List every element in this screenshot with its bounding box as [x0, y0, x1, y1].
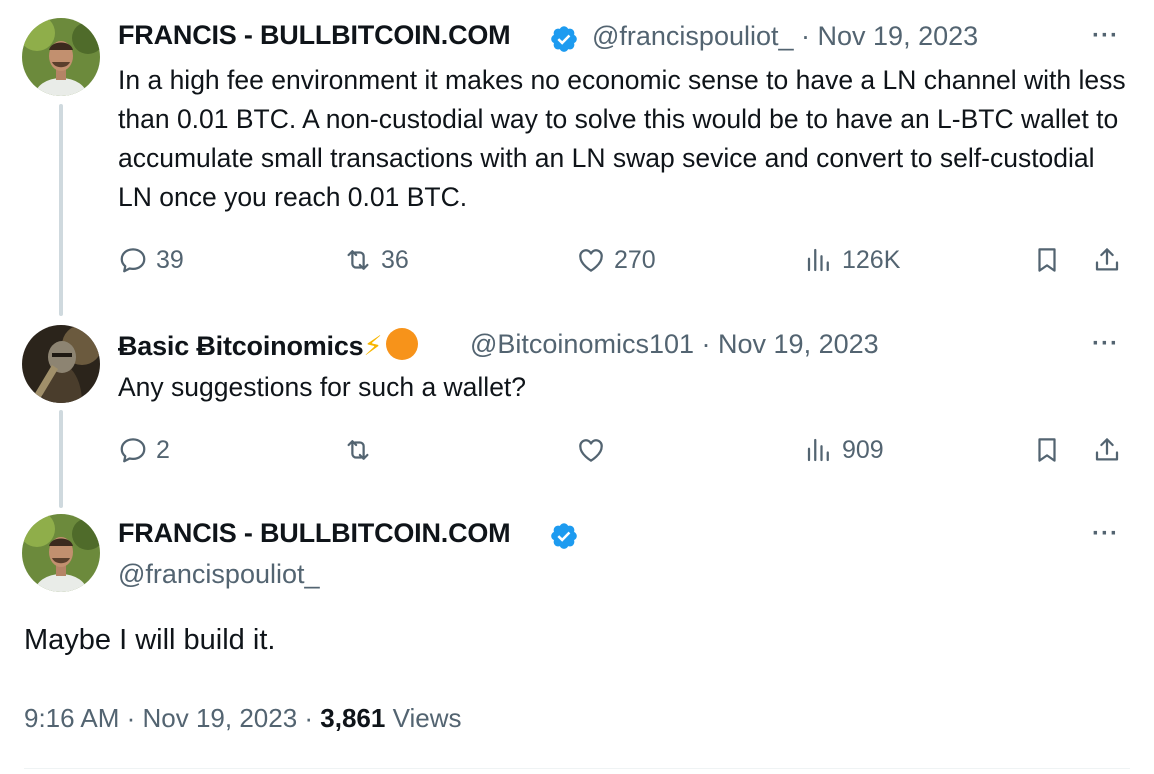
tweet-meta: @francispouliot_ · Nov 19, 2023 — [592, 21, 978, 52]
like-button[interactable] — [576, 435, 614, 465]
author-name-text: Ƀasic Ƀitcoinomics — [118, 331, 364, 361]
author-handle[interactable]: @Bitcoinomics101 — [470, 329, 694, 359]
verified-badge-icon — [549, 521, 579, 551]
share-button[interactable] — [1092, 245, 1122, 275]
reply-icon — [118, 245, 148, 275]
tweet-time[interactable]: 9:16 AM · Nov 19, 2023 · — [24, 703, 320, 733]
views-icon — [804, 245, 834, 275]
divider — [24, 768, 1130, 769]
avatar-image — [22, 325, 100, 403]
avatar-image — [22, 18, 100, 96]
repost-icon — [343, 245, 373, 275]
tweet-text: Any suggestions for such a wallet? — [118, 372, 527, 402]
heart-icon — [576, 245, 606, 275]
author-handle[interactable]: @francispouliot_ — [118, 559, 320, 590]
heart-icon — [576, 435, 606, 465]
author-name[interactable]: FRANCIS - BULLBITCOIN.COM — [118, 518, 511, 549]
author-handle[interactable]: @francispouliot_ — [592, 21, 794, 51]
author-name[interactable]: Ƀasic Ƀitcoinomics⚡ — [118, 328, 419, 362]
tweet-date[interactable]: · Nov 19, 2023 — [702, 329, 879, 359]
more-options-button[interactable]: ··· — [1092, 520, 1119, 548]
main-tweet-text: Maybe I will build it. — [24, 624, 276, 656]
more-options-button[interactable]: ··· — [1092, 22, 1119, 50]
tweet-date[interactable]: · Nov 19, 2023 — [801, 21, 978, 51]
share-icon — [1092, 435, 1122, 465]
bookmark-icon — [1032, 245, 1062, 275]
avatar-image — [22, 514, 100, 592]
like-count: 270 — [614, 245, 656, 274]
views-button[interactable]: 126K — [804, 245, 900, 275]
bookmark-button[interactable] — [1032, 435, 1062, 465]
more-options-button[interactable]: ··· — [1092, 330, 1119, 358]
views-count: 3,861 — [320, 703, 386, 733]
avatar-francis[interactable] — [22, 514, 100, 592]
share-icon — [1092, 245, 1122, 275]
reply-count: 2 — [156, 435, 170, 464]
repost-button[interactable]: 36 — [343, 245, 409, 275]
thread-line — [59, 104, 63, 316]
view-count: 126K — [842, 245, 901, 274]
thread-line — [59, 410, 63, 508]
share-button[interactable] — [1092, 435, 1122, 465]
view-count: 909 — [842, 435, 884, 464]
lightning-emoji: ⚡ — [363, 331, 383, 361]
repost-count: 36 — [381, 245, 409, 274]
tweet-meta: @Bitcoinomics101 · Nov 19, 2023 — [470, 329, 879, 360]
reply-count: 39 — [156, 245, 184, 274]
verified-badge-icon — [549, 24, 579, 54]
repost-button[interactable] — [343, 435, 381, 465]
views-label: Views — [385, 703, 462, 733]
reply-button[interactable]: 2 — [118, 435, 170, 465]
like-button[interactable]: 270 — [576, 245, 656, 275]
tweet-text: In a high fee environment it makes no ec… — [118, 65, 1126, 212]
author-name[interactable]: FRANCIS - BULLBITCOIN.COM — [118, 20, 511, 51]
views-icon — [804, 435, 834, 465]
bookmark-button[interactable] — [1032, 245, 1062, 275]
bookmark-icon — [1032, 435, 1062, 465]
repost-icon — [343, 435, 373, 465]
orange-circle-emoji — [386, 328, 419, 360]
avatar-francis[interactable] — [22, 18, 100, 96]
tweet-timestamp-line: 9:16 AM · Nov 19, 2023 · 3,861 Views — [24, 703, 461, 734]
reply-icon — [118, 435, 148, 465]
views-button[interactable]: 909 — [804, 435, 884, 465]
reply-button[interactable]: 39 — [118, 245, 184, 275]
avatar-bitcoinomics[interactable] — [22, 325, 100, 403]
